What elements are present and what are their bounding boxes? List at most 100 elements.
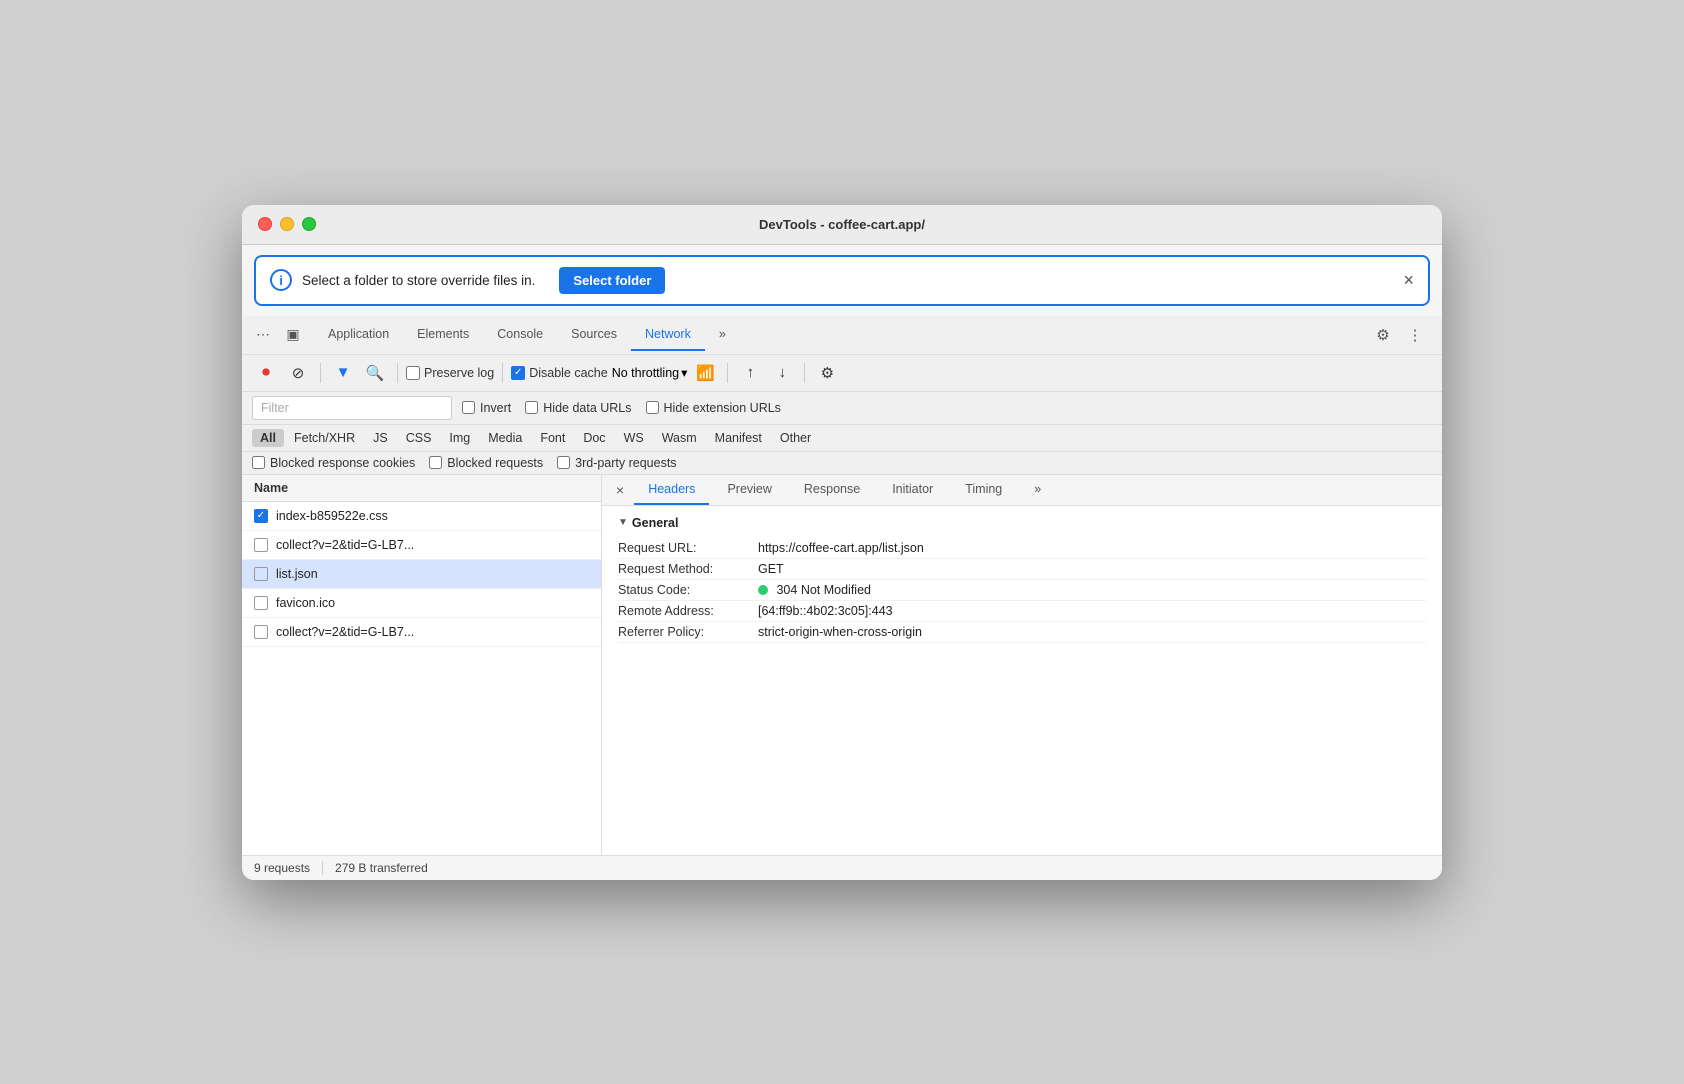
detail-row-url: Request URL: https://coffee-cart.app/lis…: [618, 538, 1426, 559]
throttling-dropdown[interactable]: No throttling ▾: [612, 365, 688, 380]
throttling-chevron: ▾: [681, 365, 687, 380]
details-tab-more[interactable]: »: [1020, 475, 1055, 505]
status-separator: [322, 861, 323, 875]
type-btn-wasm[interactable]: Wasm: [654, 429, 705, 447]
type-btn-ws[interactable]: WS: [616, 429, 652, 447]
blocked-response-cookies-checkbox[interactable]: [252, 456, 265, 469]
detail-row-method: Request Method: GET: [618, 559, 1426, 580]
file-item-0[interactable]: ✓ index-b859522e.css: [242, 502, 601, 531]
blocked-requests-label[interactable]: Blocked requests: [429, 456, 543, 470]
download-icon[interactable]: ↓: [768, 359, 796, 387]
hide-extension-urls-checkbox[interactable]: [646, 401, 659, 414]
filter-icon[interactable]: ▼: [329, 359, 357, 387]
info-icon: i: [270, 269, 292, 291]
file-checkbox-3[interactable]: [254, 596, 268, 610]
device-icon[interactable]: ▣: [280, 322, 306, 348]
general-title-text: General: [632, 516, 679, 530]
detail-label-remote: Remote Address:: [618, 604, 758, 618]
type-btn-manifest[interactable]: Manifest: [707, 429, 770, 447]
details-panel: × Headers Preview Response Initiator Tim…: [602, 475, 1442, 855]
type-btn-all[interactable]: All: [252, 429, 284, 447]
select-folder-button[interactable]: Select folder: [559, 267, 665, 294]
disable-cache-checkbox[interactable]: ✓: [511, 366, 525, 380]
details-close-button[interactable]: ×: [610, 476, 630, 504]
blocked-requests-checkbox[interactable]: [429, 456, 442, 469]
type-btn-css[interactable]: CSS: [398, 429, 440, 447]
type-btn-fetch-xhr[interactable]: Fetch/XHR: [286, 429, 363, 447]
titlebar: DevTools - coffee-cart.app/: [242, 205, 1442, 245]
general-title: ▼ General: [618, 516, 1426, 530]
filter-row: Invert Hide data URLs Hide extension URL…: [242, 392, 1442, 425]
maximize-button[interactable]: [302, 217, 316, 231]
more-options-icon[interactable]: ⋮: [1402, 322, 1428, 348]
tab-network[interactable]: Network: [631, 319, 705, 351]
file-item-4[interactable]: collect?v=2&tid=G-LB7...: [242, 618, 601, 647]
cursor-icon[interactable]: ⋯: [250, 322, 276, 348]
minimize-button[interactable]: [280, 217, 294, 231]
tab-sources[interactable]: Sources: [557, 319, 631, 351]
settings-icon[interactable]: ⚙: [1370, 322, 1396, 348]
hide-data-urls-checkbox[interactable]: [525, 401, 538, 414]
file-list: Name ✓ index-b859522e.css collect?v=2&ti…: [242, 475, 602, 855]
details-tab-timing[interactable]: Timing: [951, 475, 1016, 505]
record-button[interactable]: ⏺: [252, 359, 280, 387]
detail-row-status: Status Code: 304 Not Modified: [618, 580, 1426, 601]
preserve-log-label[interactable]: Preserve log: [406, 366, 494, 380]
third-party-text: 3rd-party requests: [575, 456, 676, 470]
details-tab-headers[interactable]: Headers: [634, 475, 709, 505]
file-item-3[interactable]: favicon.ico: [242, 589, 601, 618]
detail-row-remote: Remote Address: [64:ff9b::4b02:3c05]:443: [618, 601, 1426, 622]
hide-extension-urls-label[interactable]: Hide extension URLs: [646, 401, 781, 415]
invert-checkbox[interactable]: [462, 401, 475, 414]
type-btn-js[interactable]: JS: [365, 429, 396, 447]
invert-label[interactable]: Invert: [462, 401, 511, 415]
type-btn-media[interactable]: Media: [480, 429, 530, 447]
override-banner: i Select a folder to store override file…: [254, 255, 1430, 306]
type-btn-img[interactable]: Img: [441, 429, 478, 447]
type-btn-font[interactable]: Font: [532, 429, 573, 447]
tab-elements[interactable]: Elements: [403, 319, 483, 351]
detail-label-referrer: Referrer Policy:: [618, 625, 758, 639]
upload-icon[interactable]: ↑: [736, 359, 764, 387]
devtools-window: DevTools - coffee-cart.app/ i Select a f…: [242, 205, 1442, 880]
type-filter-row: All Fetch/XHR JS CSS Img Media Font Doc …: [242, 425, 1442, 452]
type-btn-doc[interactable]: Doc: [575, 429, 613, 447]
preserve-log-checkbox[interactable]: [406, 366, 420, 380]
tab-more[interactable]: »: [705, 319, 740, 351]
file-item-1[interactable]: collect?v=2&tid=G-LB7...: [242, 531, 601, 560]
detail-row-referrer: Referrer Policy: strict-origin-when-cros…: [618, 622, 1426, 643]
detail-value-remote: [64:ff9b::4b02:3c05]:443: [758, 604, 1426, 618]
blocked-row: Blocked response cookies Blocked request…: [242, 452, 1442, 475]
clear-button[interactable]: ⊘: [284, 359, 312, 387]
blocked-response-cookies-label[interactable]: Blocked response cookies: [252, 456, 415, 470]
file-name-2: list.json: [276, 567, 318, 581]
disable-cache-label[interactable]: ✓ Disable cache: [511, 366, 608, 380]
details-tab-initiator[interactable]: Initiator: [878, 475, 947, 505]
tab-application[interactable]: Application: [314, 319, 403, 351]
file-checkbox-0[interactable]: ✓: [254, 509, 268, 523]
file-name-1: collect?v=2&tid=G-LB7...: [276, 538, 414, 552]
tab-icon-group: ⋯ ▣: [250, 316, 306, 354]
type-btn-other[interactable]: Other: [772, 429, 819, 447]
third-party-label[interactable]: 3rd-party requests: [557, 456, 676, 470]
details-tab-preview[interactable]: Preview: [713, 475, 785, 505]
filter-input[interactable]: [252, 396, 452, 420]
third-party-checkbox[interactable]: [557, 456, 570, 469]
wifi-icon[interactable]: 📶: [691, 359, 719, 387]
banner-close-button[interactable]: ×: [1403, 270, 1414, 291]
blocked-response-cookies-text: Blocked response cookies: [270, 456, 415, 470]
tab-console[interactable]: Console: [483, 319, 557, 351]
settings-icon-2[interactable]: ⚙: [813, 359, 841, 387]
close-button[interactable]: [258, 217, 272, 231]
file-checkbox-4[interactable]: [254, 625, 268, 639]
hide-data-urls-label[interactable]: Hide data URLs: [525, 401, 631, 415]
file-checkbox-2[interactable]: [254, 567, 268, 581]
file-item-2[interactable]: list.json: [242, 560, 601, 589]
disable-cache-text: Disable cache: [529, 366, 608, 380]
detail-label-url: Request URL:: [618, 541, 758, 555]
search-icon[interactable]: 🔍: [361, 359, 389, 387]
details-tab-response[interactable]: Response: [790, 475, 874, 505]
file-checkbox-1[interactable]: [254, 538, 268, 552]
throttling-label: No throttling: [612, 366, 679, 380]
detail-label-status: Status Code:: [618, 583, 758, 597]
